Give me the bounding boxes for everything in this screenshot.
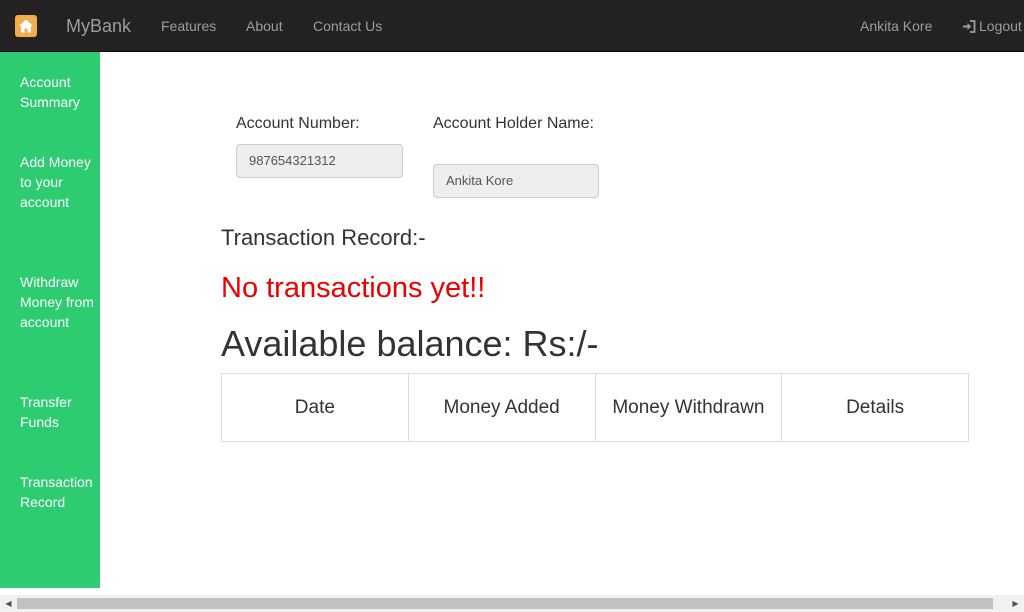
scrollbar-thumb[interactable] [17, 598, 993, 609]
brand-link[interactable]: MyBank [66, 15, 131, 37]
nav-contact-link[interactable]: Contact Us [313, 17, 382, 35]
no-transactions-message: No transactions yet!! [221, 272, 486, 304]
account-holder-field[interactable]: Ankita Kore [433, 164, 599, 198]
horizontal-scrollbar[interactable]: ◀ ▶ [0, 595, 1024, 612]
nav-about-link[interactable]: About [246, 17, 283, 35]
sidebar-item-transfer-funds[interactable]: Transfer Funds [20, 392, 98, 432]
transactions-table: Date Money Added Money Withdrawn Details [221, 373, 969, 442]
home-icon[interactable] [15, 15, 37, 37]
logout-label: Logout [979, 18, 1022, 34]
table-header-row: Date Money Added Money Withdrawn Details [221, 373, 969, 442]
column-header-details: Details [781, 373, 969, 442]
column-header-money-withdrawn: Money Withdrawn [594, 373, 783, 442]
sidebar: Account Summary Add Money to your accoun… [0, 52, 100, 588]
user-name-link[interactable]: Ankita Kore [860, 17, 932, 35]
account-number-label: Account Number: [236, 115, 360, 132]
logout-link[interactable]: Logout [962, 17, 1022, 35]
account-number-field[interactable]: 987654321312 [236, 144, 403, 178]
sidebar-item-withdraw-money[interactable]: Withdraw Money from account [20, 272, 98, 332]
top-navbar: MyBank Features About Contact Us Ankita … [0, 0, 1024, 52]
account-holder-label: Account Holder Name: [433, 115, 594, 132]
sidebar-item-account-summary[interactable]: Account Summary [20, 72, 98, 112]
scroll-right-icon[interactable]: ▶ [1007, 595, 1024, 612]
log-in-icon [962, 19, 976, 33]
sidebar-item-transaction-record[interactable]: Transaction Record [20, 472, 98, 512]
scroll-left-icon[interactable]: ◀ [0, 595, 17, 612]
column-header-money-added: Money Added [407, 373, 596, 442]
sidebar-item-add-money[interactable]: Add Money to your account [20, 152, 98, 212]
available-balance-heading: Available balance: Rs:/- [221, 323, 599, 364]
column-header-date: Date [221, 373, 409, 442]
nav-features-link[interactable]: Features [161, 17, 216, 35]
transaction-record-heading: Transaction Record:- [221, 225, 426, 250]
